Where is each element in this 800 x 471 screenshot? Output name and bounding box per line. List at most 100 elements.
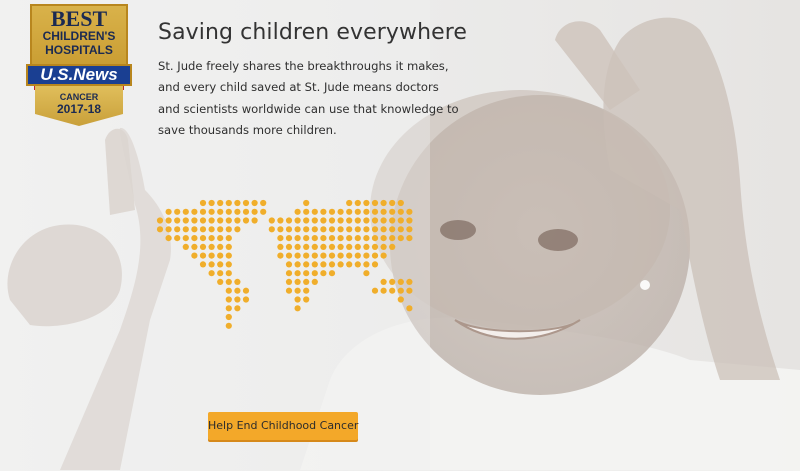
map-dot — [371, 217, 379, 224]
map-dot — [354, 261, 361, 268]
map-dot — [182, 208, 189, 215]
badge-bottom: CANCER 2017-18 — [35, 86, 123, 126]
map-dot — [285, 235, 293, 242]
map-dot — [234, 217, 241, 224]
map-dot — [380, 217, 387, 224]
map-dot — [363, 261, 370, 268]
map-dot — [311, 252, 318, 259]
map-dot — [285, 287, 293, 294]
map-dot — [165, 217, 172, 224]
map-dot — [225, 252, 232, 259]
map-dot — [371, 252, 379, 259]
map-dot — [242, 217, 250, 224]
map-dot — [389, 243, 396, 250]
map-dot — [174, 208, 181, 215]
map-dot — [199, 243, 207, 250]
map-dot — [199, 226, 207, 233]
map-dot — [406, 235, 413, 242]
map-dot — [165, 235, 172, 242]
map-dot — [260, 208, 267, 215]
map-dot — [337, 208, 344, 215]
map-dot — [191, 226, 198, 233]
map-dot — [242, 296, 250, 303]
badge-hospitals-text: HOSPITALS — [45, 43, 113, 57]
map-dot — [397, 226, 404, 233]
map-dot — [234, 208, 241, 215]
map-dot — [294, 208, 301, 215]
map-dot — [320, 235, 327, 242]
help-end-childhood-cancer-button[interactable]: Help End Childhood Cancer — [208, 412, 358, 440]
map-dot — [174, 226, 181, 233]
map-dot — [234, 226, 241, 233]
map-dot — [217, 278, 224, 285]
map-dot — [251, 199, 258, 207]
map-dot — [406, 287, 413, 294]
badge-childrens-text: CHILDREN'S — [42, 29, 116, 43]
hero-section: BEST CHILDREN'S HOSPITALS U.S.News CANCE… — [0, 0, 800, 471]
map-dot — [346, 252, 353, 259]
map-dot — [406, 278, 413, 285]
map-dot — [191, 243, 198, 250]
map-dot — [156, 226, 164, 233]
map-dot — [380, 252, 387, 259]
map-dot — [303, 208, 310, 215]
map-dot — [277, 226, 284, 233]
map-dot — [208, 217, 215, 224]
map-dot — [208, 270, 215, 277]
map-dot — [406, 305, 413, 312]
map-dot — [303, 278, 310, 285]
map-dot — [363, 217, 370, 224]
map-dot — [182, 235, 189, 242]
map-dot — [320, 252, 327, 259]
map-dot — [191, 208, 198, 215]
map-dot — [380, 278, 387, 285]
map-dot — [217, 235, 224, 242]
map-dot — [217, 226, 224, 233]
map-dot — [285, 270, 293, 277]
map-dot — [371, 287, 379, 294]
map-dot — [363, 235, 370, 242]
map-dot — [389, 235, 396, 242]
map-dot — [199, 199, 207, 207]
map-dot — [225, 305, 232, 312]
map-dot — [303, 287, 310, 294]
map-dot — [389, 278, 396, 285]
map-dot — [346, 217, 353, 224]
badge-years: 2017-18 — [56, 102, 102, 116]
map-dot — [311, 270, 318, 277]
map-dot — [380, 235, 387, 242]
map-dot — [277, 252, 284, 259]
map-dot — [346, 199, 353, 207]
map-dot — [217, 208, 224, 215]
map-dot — [303, 243, 310, 250]
map-dot — [311, 217, 318, 224]
map-dot — [165, 226, 172, 233]
map-dot — [303, 270, 310, 277]
map-dot — [303, 235, 310, 242]
map-dot — [346, 243, 353, 250]
map-dot — [225, 235, 232, 242]
map-dot — [346, 235, 353, 242]
map-dot — [285, 217, 293, 224]
map-dot — [225, 217, 232, 224]
map-dot — [380, 243, 387, 250]
map-dot — [380, 287, 387, 294]
map-dot — [217, 199, 224, 207]
map-dot — [217, 217, 224, 224]
map-dot — [303, 217, 310, 224]
map-dot — [285, 226, 293, 233]
map-dot — [320, 270, 327, 277]
map-dot — [225, 296, 232, 303]
map-dot — [354, 235, 361, 242]
map-dot — [328, 217, 336, 224]
map-dot — [225, 278, 232, 285]
map-dot — [156, 217, 164, 224]
map-dot — [380, 199, 387, 207]
map-dot — [371, 261, 379, 268]
map-dot — [191, 217, 198, 224]
map-dot — [320, 226, 327, 233]
map-dot — [294, 261, 301, 268]
map-dot — [371, 243, 379, 250]
map-dot — [225, 208, 232, 215]
map-dot — [225, 313, 232, 321]
